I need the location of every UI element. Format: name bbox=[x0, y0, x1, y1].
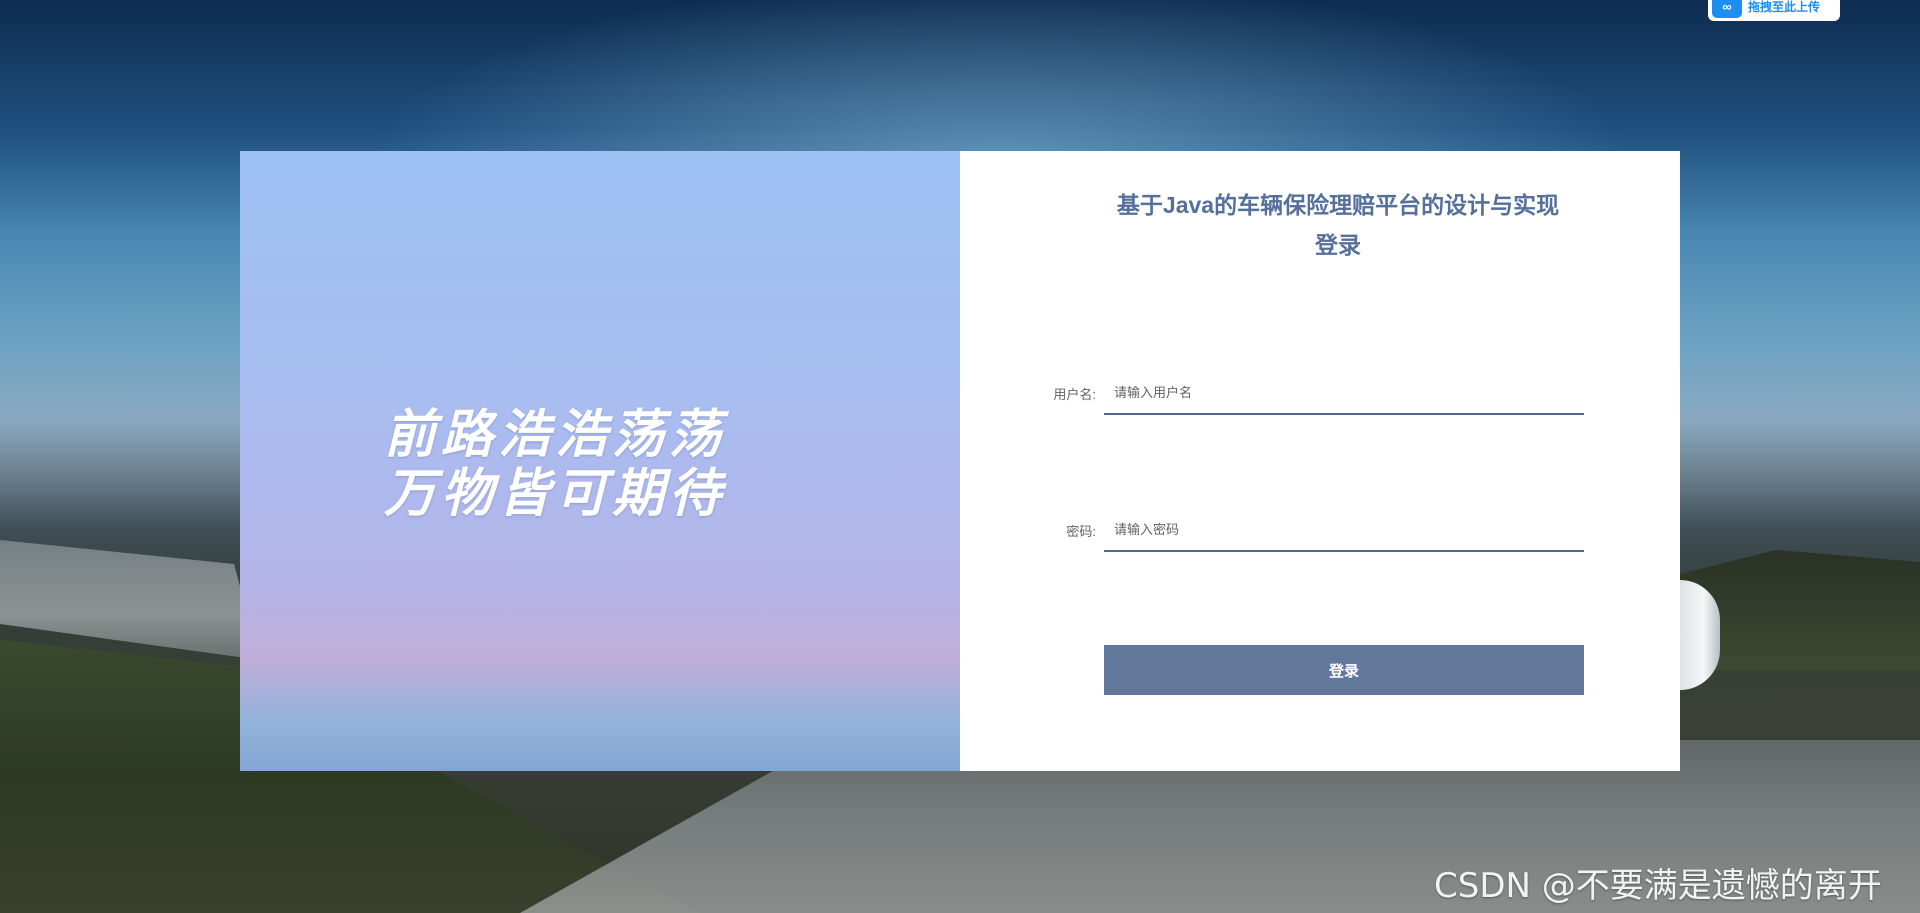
slogan-line-1: 前路浩浩荡荡 bbox=[384, 405, 727, 465]
password-field: 密码: bbox=[1032, 508, 1592, 552]
csdn-watermark: CSDN @不要满是遗憾的离开 bbox=[1434, 866, 1882, 906]
slogan-line-2: 万物皆可期待 bbox=[384, 464, 727, 524]
cloud-link-icon: ∞ bbox=[1712, 0, 1742, 18]
login-button[interactable]: 登录 bbox=[1104, 645, 1584, 695]
login-banner: 前路浩浩荡荡 万物皆可期待 bbox=[240, 151, 960, 771]
username-input[interactable] bbox=[1104, 371, 1584, 415]
username-label: 用户名: bbox=[1053, 386, 1096, 402]
username-field: 用户名: bbox=[1032, 371, 1592, 415]
system-title: 基于Java的车辆保险理赔平台的设计与实现 bbox=[1116, 192, 1560, 218]
login-card: 前路浩浩荡荡 万物皆可期待 基于Java的车辆保险理赔平台的设计与实现 登录 用… bbox=[240, 151, 1680, 771]
page-title: 基于Java的车辆保险理赔平台的设计与实现 登录 bbox=[1088, 185, 1588, 265]
upload-badge[interactable]: ∞ 拖拽至此上传 bbox=[1708, 0, 1840, 21]
slogan: 前路浩浩荡荡 万物皆可期待 bbox=[384, 406, 844, 524]
login-heading: 登录 bbox=[1315, 232, 1361, 258]
password-label: 密码: bbox=[1066, 523, 1096, 539]
upload-badge-label: 拖拽至此上传 bbox=[1748, 0, 1821, 14]
password-input[interactable] bbox=[1104, 508, 1584, 552]
login-form-panel: 基于Java的车辆保险理赔平台的设计与实现 登录 用户名: 密码: 登录 bbox=[960, 151, 1680, 771]
